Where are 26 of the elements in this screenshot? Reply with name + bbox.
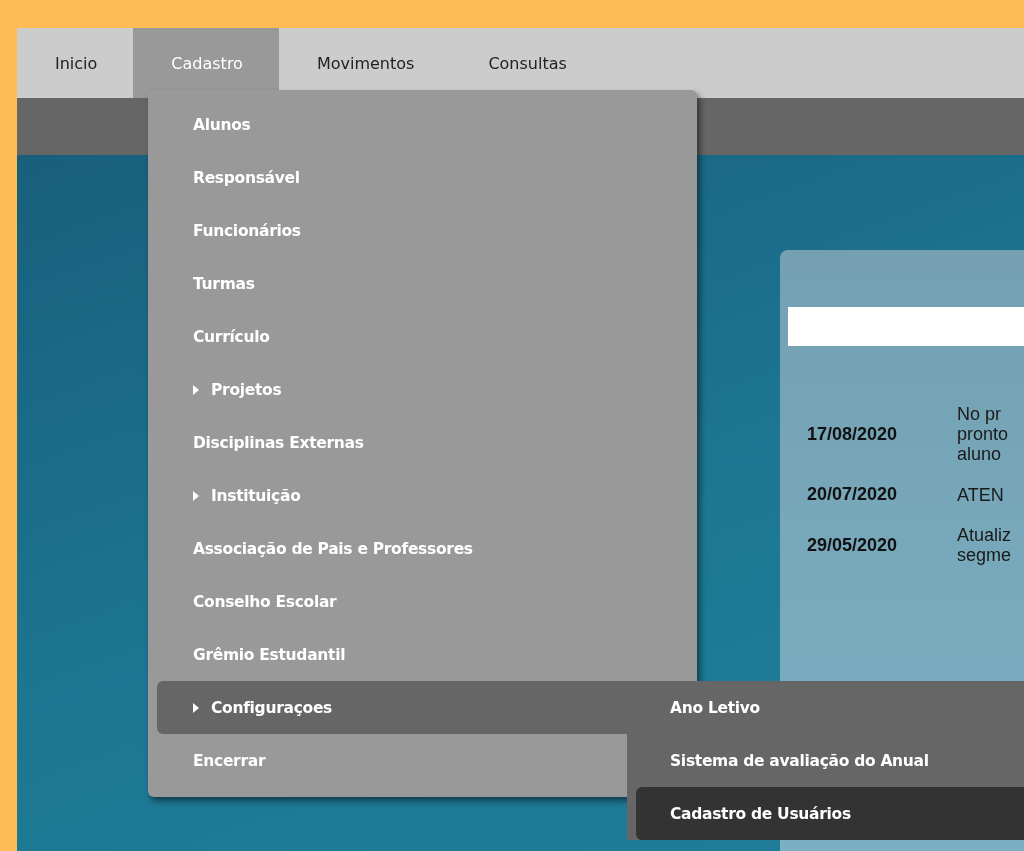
news-date: 17/08/2020 (806, 423, 899, 445)
news-text: Atualiz segme (957, 525, 1012, 565)
caret-icon (193, 702, 199, 713)
news-text: ATEN (957, 484, 1004, 505)
submenu-item[interactable]: Cadastro de Usuários (636, 787, 1024, 840)
submenu-item[interactable]: Ano Letivo (627, 681, 1024, 734)
menu-item[interactable]: Configuraçoes (157, 681, 627, 734)
news-date: 29/05/2020 (806, 534, 899, 556)
menu-item[interactable]: Responsável (148, 151, 627, 204)
caret-icon (193, 384, 199, 395)
news-text: No pr pronto aluno (957, 404, 1009, 464)
nav-tab[interactable]: Inicio (17, 28, 134, 98)
menu-item[interactable]: Encerrar (148, 734, 627, 787)
menu-item[interactable]: Associação de Pais e Professores (148, 522, 627, 575)
menu-item[interactable]: Grêmio Estudantil (148, 628, 627, 681)
menu-item[interactable]: Funcionários (148, 204, 627, 257)
caret-icon (193, 490, 199, 501)
menu-item[interactable]: Currículo (148, 310, 627, 363)
nav-tab[interactable]: Cadastro (133, 28, 279, 98)
menu-item[interactable]: Turmas (148, 257, 627, 310)
submenu-item[interactable]: Sistema de avaliação do Anual (627, 734, 1024, 787)
menu-item[interactable]: Instituição (148, 469, 627, 522)
menu-item[interactable]: Projetos (148, 363, 627, 416)
menu-item[interactable]: Conselho Escolar (148, 575, 627, 628)
menu-item[interactable]: Disciplinas Externas (148, 416, 627, 469)
news-date: 20/07/2020 (806, 484, 899, 505)
